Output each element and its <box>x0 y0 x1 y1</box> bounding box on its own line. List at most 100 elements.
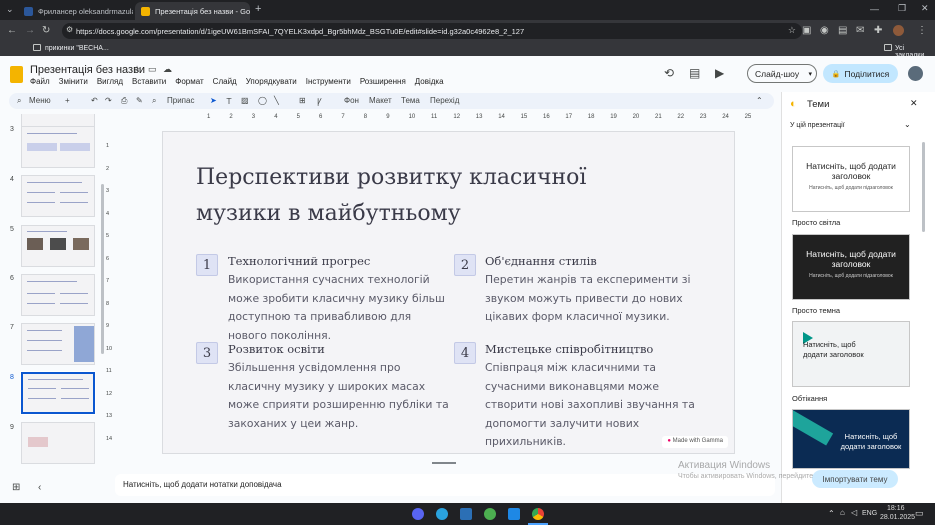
image-icon[interactable]: ▨ <box>241 96 249 105</box>
share-button[interactable]: 🔒 Поділитися <box>823 64 898 83</box>
forward-icon[interactable]: → <box>25 26 35 36</box>
point-body[interactable]: Використання сучасних технологій може зр… <box>228 271 450 345</box>
document-title[interactable]: Презентація без назви <box>30 64 145 76</box>
cloud-status-icon[interactable]: ☁ <box>163 64 172 75</box>
maximize-icon[interactable]: ❐ <box>898 3 906 14</box>
theme-card-simple-dark[interactable]: Натисніть, щоб додати заголовок Натисніт… <box>792 234 910 300</box>
back-icon[interactable]: ← <box>7 26 17 36</box>
network-icon[interactable]: ⌂ <box>840 508 845 517</box>
minimize-icon[interactable]: — <box>870 4 879 14</box>
bookmark-star-icon[interactable]: ☆ <box>788 25 796 36</box>
gamma-watermark[interactable]: ● Made with Gamma <box>662 436 728 448</box>
move-folder-icon[interactable]: ▭ <box>148 64 157 75</box>
point-title[interactable]: Об'єднання стилів <box>485 254 597 268</box>
telegram-icon[interactable] <box>436 508 448 520</box>
history-icon[interactable]: ⟲ <box>664 66 674 80</box>
chevron-down-icon[interactable]: ⌄ <box>904 120 911 129</box>
menu-slide[interactable]: Слайд <box>213 77 237 86</box>
extension-icon[interactable]: ✉ <box>856 26 864 36</box>
redo-icon[interactable]: ↷ <box>105 96 112 105</box>
slides-logo-icon[interactable] <box>10 66 23 83</box>
layout-button[interactable]: Макет <box>369 96 392 105</box>
profile-avatar[interactable] <box>893 25 904 36</box>
file-explorer-icon[interactable] <box>460 508 472 520</box>
point-body[interactable]: Перетин жанрів та експерименти зі звуком… <box>485 271 707 327</box>
slide-thumbnail-6[interactable] <box>21 274 95 316</box>
close-window-icon[interactable]: ✕ <box>921 3 929 14</box>
extension-icon[interactable]: ▤ <box>838 26 847 36</box>
slide-thumbnail-4[interactable] <box>21 175 95 217</box>
tray-chevron-icon[interactable]: ⌃ <box>828 509 835 518</box>
menu-file[interactable]: Файл <box>30 77 50 86</box>
extensions-puzzle-icon[interactable]: ✚ <box>874 26 882 36</box>
zoom-icon[interactable]: ⌕ <box>152 96 156 106</box>
utorrent-icon[interactable] <box>484 508 496 520</box>
tab-search-icon[interactable]: ⌄ <box>6 4 14 15</box>
notes-resize-handle[interactable] <box>432 462 456 464</box>
theme-button[interactable]: Тема <box>401 96 420 105</box>
chrome-icon[interactable] <box>532 508 544 520</box>
import-theme-button[interactable]: Імпортувати тему <box>812 470 898 488</box>
themes-scrollbar[interactable] <box>922 142 925 232</box>
undo-icon[interactable]: ↶ <box>91 96 98 105</box>
point-body[interactable]: Збільшення усвідомлення про класичну муз… <box>228 359 450 433</box>
menu-insert[interactable]: Вставити <box>132 77 166 86</box>
paint-format-icon[interactable]: ✎ <box>136 96 143 105</box>
site-info-icon[interactable]: ⚙ <box>66 25 73 34</box>
point-title[interactable]: Мистецьке співробітництво <box>485 342 653 356</box>
menu-format[interactable]: Формат <box>175 77 203 86</box>
point-title[interactable]: Технологічний прогрес <box>228 254 370 268</box>
theme-card-current[interactable]: Натисніть, щоб додати заголовок Натисніт… <box>792 146 910 212</box>
clock-time[interactable]: 18:16 <box>887 505 905 512</box>
extension-icon[interactable]: ▣ <box>802 26 811 36</box>
background-button[interactable]: Фон <box>344 96 359 105</box>
clock-date[interactable]: 28.01.2025 <box>880 514 915 521</box>
tab-presentation[interactable]: Презентація без назви - Goog ✕ <box>135 2 250 20</box>
reload-icon[interactable]: ↻ <box>42 26 50 36</box>
slide-canvas[interactable]: Перспективи розвитку класичної музики в … <box>162 131 735 454</box>
discord-icon[interactable] <box>412 508 424 520</box>
transition-button[interactable]: Перехід <box>430 96 459 105</box>
slideshow-button[interactable]: Слайд-шоу ▾ <box>747 64 817 83</box>
filmstrip-scrollbar[interactable] <box>101 184 104 354</box>
slide-thumbnail-7[interactable] <box>21 323 95 365</box>
notifications-icon[interactable]: ▭ <box>915 508 924 519</box>
collapse-toolbar-icon[interactable]: ⌃ <box>756 96 763 105</box>
new-slide-icon[interactable]: + <box>65 96 70 105</box>
address-bar[interactable]: ⚙ https://docs.google.com/presentation/d… <box>62 23 802 39</box>
close-panel-icon[interactable]: ✕ <box>910 98 918 109</box>
star-icon[interactable]: ☆ <box>133 64 141 75</box>
text-format-icon[interactable]: Ꝩ <box>317 96 322 107</box>
print-icon[interactable]: ⎙ <box>121 96 127 106</box>
select-cursor-icon[interactable]: ➤ <box>210 96 217 105</box>
volume-icon[interactable]: ◁ <box>851 508 857 517</box>
shape-icon[interactable]: ◯ <box>258 96 267 105</box>
menu-arrange[interactable]: Упорядкувати <box>246 77 297 86</box>
chevron-down-icon[interactable]: ▾ <box>808 70 812 78</box>
menu-view[interactable]: Вигляд <box>97 77 123 86</box>
point-title[interactable]: Розвиток освіти <box>228 342 325 356</box>
extension-icon[interactable]: ◉ <box>820 26 829 36</box>
speaker-notes[interactable]: Натисніть, щоб додати нотатки доповідача <box>115 474 775 496</box>
grid-view-icon[interactable]: ⊞ <box>12 482 20 493</box>
search-menus-icon[interactable]: ⌕ <box>17 96 21 106</box>
bookmark-item[interactable]: прикинки "ВЕСНА... <box>45 45 109 52</box>
meet-icon[interactable]: ▶ <box>715 66 724 80</box>
app-icon[interactable] <box>508 508 520 520</box>
menu-help[interactable]: Довідка <box>415 77 444 86</box>
slide-thumbnail-8-selected[interactable] <box>20 371 96 415</box>
comment-add-icon[interactable]: ⊞ <box>299 96 306 105</box>
line-icon[interactable]: ╲ <box>274 96 279 105</box>
comments-icon[interactable]: ▤ <box>689 66 700 80</box>
account-avatar[interactable] <box>908 66 923 81</box>
zoom-select[interactable]: Припас <box>167 96 194 105</box>
text-box-icon[interactable]: Ｔ <box>225 96 233 107</box>
slide-thumbnail-5[interactable] <box>21 225 95 267</box>
collapse-filmstrip-icon[interactable]: ‹ <box>38 482 41 493</box>
slide-title[interactable]: Перспективи розвитку класичної музики в … <box>196 160 666 232</box>
new-tab-button[interactable]: + <box>255 3 261 15</box>
theme-card-streamline[interactable]: Натисніть, щоб додати заголовок <box>792 321 910 387</box>
menu-tools[interactable]: Інструменти <box>306 77 351 86</box>
tab-freelancer[interactable]: Фрилансер oleksandrmazula1 ✕ <box>18 2 133 20</box>
menu-extensions[interactable]: Розширення <box>360 77 406 86</box>
